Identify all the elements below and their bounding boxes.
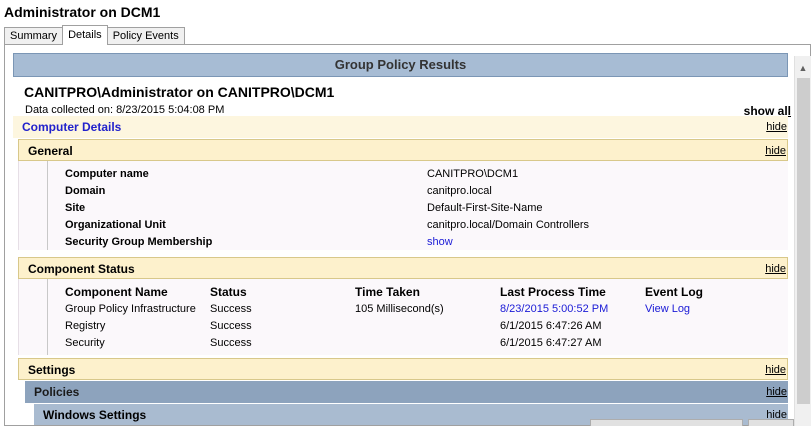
report-header: Group Policy Results xyxy=(13,53,788,77)
site-label: Site xyxy=(65,202,86,214)
status-cell: Success xyxy=(210,303,252,315)
bottom-button[interactable] xyxy=(590,419,743,426)
component-status-section-label: Component Status xyxy=(28,262,135,276)
last-process-time-cell: 6/1/2015 6:47:27 AM xyxy=(500,337,602,349)
tab-strip: Summary Details Policy Events xyxy=(4,25,185,45)
scroll-thumb[interactable] xyxy=(797,78,810,404)
domain-label: Domain xyxy=(65,185,106,197)
policies-hide-link[interactable]: hide xyxy=(766,386,787,398)
computer-details-hide-link[interactable]: hide xyxy=(766,121,787,133)
component-status-hide-link[interactable]: hide xyxy=(765,263,786,275)
col-time-taken: Time Taken xyxy=(355,285,420,299)
component-name-cell: Security xyxy=(65,337,105,349)
bottom-button[interactable] xyxy=(748,419,794,426)
last-process-time-link[interactable]: 8/23/2015 5:00:52 PM xyxy=(500,303,608,315)
indent-divider xyxy=(47,279,48,355)
organizational-unit-value: canitpro.local/Domain Controllers xyxy=(427,219,590,231)
organizational-unit-label: Organizational Unit xyxy=(65,219,166,231)
details-panel: Group Policy Results CANITPRO\Administra… xyxy=(4,44,811,426)
domain-value: canitpro.local xyxy=(427,185,492,197)
settings-hide-link[interactable]: hide xyxy=(765,364,786,376)
policies-label: Policies xyxy=(34,385,80,399)
vertical-scrollbar[interactable]: ▲ xyxy=(794,56,811,426)
component-name-cell: Registry xyxy=(65,320,106,332)
view-log-link[interactable]: View Log xyxy=(645,303,690,315)
status-cell: Success xyxy=(210,337,252,349)
col-last-process-time: Last Process Time xyxy=(500,285,606,299)
settings-section-label: Settings xyxy=(28,363,76,377)
site-value: Default-First-Site-Name xyxy=(427,202,543,214)
windows-settings-label: Windows Settings xyxy=(43,408,147,422)
general-hide-link[interactable]: hide xyxy=(765,145,786,157)
security-group-show-link[interactable]: show xyxy=(427,236,453,248)
security-group-label: Security Group Membership xyxy=(65,236,213,248)
tab-summary[interactable]: Summary xyxy=(4,27,64,45)
general-section-bar: General hide xyxy=(18,139,788,161)
report-title: CANITPRO\Administrator on CANITPRO\DCM1 xyxy=(24,84,335,100)
last-process-time-cell: 6/1/2015 6:47:26 AM xyxy=(500,320,602,332)
data-collected-text: Data collected on: 8/23/2015 5:04:08 PM xyxy=(25,104,225,116)
general-section-label: General xyxy=(28,144,73,158)
tab-details[interactable]: Details xyxy=(62,25,108,45)
general-section-body: Computer name CANITPRO\DCM1 Domain canit… xyxy=(18,161,788,250)
time-taken-cell: 105 Millisecond(s) xyxy=(355,303,444,315)
scroll-up-arrow-icon[interactable]: ▲ xyxy=(795,60,811,76)
computer-name-label: Computer name xyxy=(65,168,149,180)
component-status-section-body: Component Name Status Time Taken Last Pr… xyxy=(18,279,788,355)
indent-divider xyxy=(47,161,48,250)
col-event-log: Event Log xyxy=(645,285,704,299)
col-component-name: Component Name xyxy=(65,285,168,299)
component-name-cell: Group Policy Infrastructure xyxy=(65,303,196,315)
component-status-section-bar: Component Status hide xyxy=(18,257,788,279)
policies-bar: Policies hide xyxy=(25,381,788,403)
settings-section-bar: Settings hide xyxy=(18,358,788,380)
report-body: CANITPRO\Administrator on CANITPRO\DCM1 … xyxy=(13,77,791,425)
tab-policy-events[interactable]: Policy Events xyxy=(106,27,185,45)
computer-details-link[interactable]: Computer Details xyxy=(22,120,121,134)
window-title: Administrator on DCM1 xyxy=(4,4,161,20)
col-status: Status xyxy=(210,285,247,299)
computer-name-value: CANITPRO\DCM1 xyxy=(427,168,519,180)
status-cell: Success xyxy=(210,320,252,332)
computer-details-bar: Computer Details hide xyxy=(13,116,788,138)
